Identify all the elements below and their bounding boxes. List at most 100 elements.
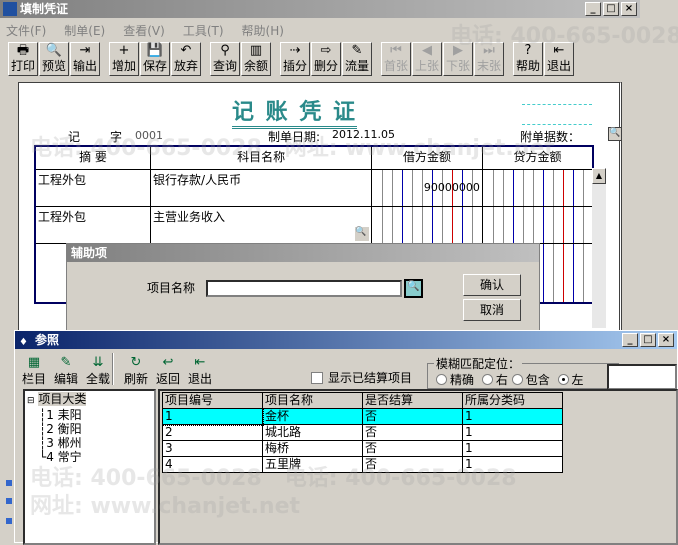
close-button[interactable]: × <box>658 333 674 347</box>
search-icon[interactable]: 🔍 <box>404 279 423 298</box>
magnifier-icon[interactable]: 🔍 <box>355 226 370 241</box>
grid-cell[interactable]: 1 <box>161 407 264 426</box>
project-name-input[interactable] <box>206 280 402 297</box>
voucher-date[interactable]: 2012.11.05 <box>332 128 395 141</box>
grid-cell[interactable]: 否 <box>362 408 463 425</box>
ok-button[interactable]: 确认 <box>463 274 521 296</box>
col-header[interactable]: 项目编号 <box>162 392 263 409</box>
toolbar-button-6[interactable]: ⚲ 查询 <box>210 42 240 76</box>
tree-root[interactable]: ⊟ 项目大类 <box>27 392 152 408</box>
toolbar-button-13[interactable]: ▶ 下张 <box>443 42 473 76</box>
menu-bar: 文件(F) 制单(E) 查看(V) 工具(T) 帮助(H) <box>6 22 284 39</box>
account-text: 主营业务收入 <box>153 209 226 224</box>
dashed-line <box>522 124 592 125</box>
maximize-button[interactable]: □ <box>603 2 619 16</box>
toolbar-button-7[interactable]: ▥ 余额 <box>241 42 271 76</box>
row-debit[interactable] <box>371 205 483 244</box>
menu-file[interactable]: 文件(F) <box>6 22 46 39</box>
grid-cell[interactable]: 否 <box>362 456 463 473</box>
grid-cell[interactable]: 1 <box>462 424 563 441</box>
tree-node[interactable]: ┆3 郴州 <box>27 436 152 450</box>
toolbar-button-3[interactable]: + 增加 <box>109 42 139 76</box>
radio-exact[interactable]: 精确 <box>436 373 474 387</box>
menu-tools[interactable]: 工具(T) <box>183 22 224 39</box>
show-settled-checkbox[interactable]: 显示已结算项目 <box>311 369 412 386</box>
radio-right[interactable]: 右 <box>481 373 508 387</box>
grid-cell[interactable]: 城北路 <box>262 424 363 441</box>
grid-row[interactable]: 4 五里牌否 1 <box>162 456 563 473</box>
toolbar-button-0[interactable]: 🖶 打印 <box>8 42 38 76</box>
close-button[interactable]: × <box>621 2 637 16</box>
grid-cell[interactable]: 2 <box>162 424 263 441</box>
menu-voucher[interactable]: 制单(E) <box>64 22 105 39</box>
row-account[interactable]: 银行存款/人民币 <box>150 168 373 207</box>
checkbox-box[interactable] <box>311 372 323 384</box>
magnifier-icon[interactable]: 🔍 <box>608 127 622 141</box>
row-summary[interactable]: 工程外包 <box>34 205 152 244</box>
row-account[interactable]: 主营业务收入 🔍 <box>150 205 373 244</box>
fuzzy-search-input[interactable] <box>607 364 677 390</box>
grid-cell[interactable]: 3 <box>162 440 263 457</box>
toolbar-button-2[interactable]: ⇥ 输出 <box>70 42 100 76</box>
maximize-button[interactable]: □ <box>640 333 656 347</box>
grid-cell[interactable]: 否 <box>362 424 463 441</box>
grid-cell[interactable]: 金杯 <box>262 408 363 425</box>
grid-row[interactable]: 1 金杯否 1 <box>161 407 563 426</box>
ref-toolbar-button-0[interactable]: ▦ 栏目 <box>19 355 49 387</box>
row-debit[interactable]: 90000000 <box>371 168 483 207</box>
ref-toolbar-button-3[interactable]: ↻ 刷新 <box>121 355 151 387</box>
tree-node[interactable]: ┆1 耒阳 <box>27 408 152 422</box>
grid-row[interactable]: 3 梅桥否 1 <box>162 440 563 457</box>
toolbar-button-16[interactable]: ⇤ 退出 <box>544 42 574 76</box>
zi-label: 字 <box>110 130 123 144</box>
col-header[interactable]: 项目名称 <box>262 392 363 409</box>
grid-cell[interactable]: 1 <box>462 408 563 425</box>
row-credit[interactable] <box>481 168 594 207</box>
toolbar-button-4[interactable]: 💾 保存 <box>140 42 170 76</box>
toolbar-label: 余额 <box>243 59 268 73</box>
grid-cell[interactable]: 梅桥 <box>262 440 363 457</box>
col-header[interactable]: 是否结算 <box>362 392 463 409</box>
menu-help[interactable]: 帮助(H) <box>242 22 284 39</box>
grid-cell[interactable]: 1 <box>462 456 563 473</box>
voucher-scrollbar[interactable]: ▲ <box>592 168 606 328</box>
tree-node[interactable]: └4 常宁 <box>27 450 152 464</box>
minimize-button[interactable]: _ <box>585 2 601 16</box>
row-credit[interactable] <box>481 205 594 244</box>
radio-left[interactable]: 左 <box>557 373 584 387</box>
grid-cell[interactable]: 4 <box>162 456 263 473</box>
ref-toolbar-button-4[interactable]: ↩ 返回 <box>153 355 183 387</box>
toolbar-button-9[interactable]: ⇨ 删分 <box>311 42 341 76</box>
load-all-icon: ⇊ <box>92 355 104 370</box>
row-summary[interactable]: 工程外包 <box>34 168 152 207</box>
toolbar-button-1[interactable]: 🔍 预览 <box>39 42 69 76</box>
ref-toolbar-button-1[interactable]: ✎ 编辑 <box>51 355 81 387</box>
toolbar-button-11[interactable]: ⏮ 首张 <box>381 42 411 76</box>
collapse-icon[interactable]: ⊟ <box>27 396 35 406</box>
scroll-up-button[interactable]: ▲ <box>592 168 606 184</box>
cancel-button[interactable]: 取消 <box>463 299 521 321</box>
toolbar-button-8[interactable]: ⇢ 插分 <box>280 42 310 76</box>
tree-node[interactable]: ┆2 衡阳 <box>27 422 152 436</box>
minimize-button[interactable]: _ <box>622 333 638 347</box>
grid-cell[interactable]: 五里牌 <box>262 456 363 473</box>
toolbar-button-12[interactable]: ◀ 上张 <box>412 42 442 76</box>
toolbar-button-10[interactable]: ✎ 流量 <box>342 42 372 76</box>
radio-contains[interactable]: 包含 <box>511 373 550 387</box>
ref-toolbar-button-2[interactable]: ⇊ 全载 <box>83 355 113 387</box>
toolbar-button-14[interactable]: ⏭ 末张 <box>474 42 504 76</box>
attach-label: 附单据数： <box>520 130 581 144</box>
grid-cell[interactable]: 1 <box>462 440 563 457</box>
next-icon: ▶ <box>453 43 463 58</box>
menu-view[interactable]: 查看(V) <box>123 22 165 39</box>
col-header[interactable]: 所属分类码 <box>462 392 563 409</box>
category-tree[interactable]: ⊟ 项目大类 ┆1 耒阳 ┆2 衡阳 ┆3 郴州 └4 常宁 <box>23 389 156 545</box>
grid-cell[interactable]: 否 <box>362 440 463 457</box>
toolbar-button-5[interactable]: ↶ 放弃 <box>171 42 201 76</box>
grid-row[interactable]: 2 城北路否 1 <box>162 424 563 441</box>
voucher-row[interactable]: 工程外包 银行存款/人民币 90000000 <box>34 168 594 207</box>
voucher-row[interactable]: 工程外包 主营业务收入 🔍 <box>34 205 594 244</box>
voucher-type[interactable]: 记 <box>68 128 80 145</box>
toolbar-button-15[interactable]: ? 帮助 <box>513 42 543 76</box>
ref-toolbar-button-5[interactable]: ⇤ 退出 <box>185 355 215 387</box>
